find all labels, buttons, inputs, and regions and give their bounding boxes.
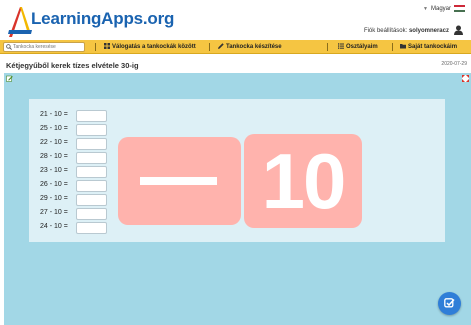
equation-label: 23 - 10 = <box>40 167 68 174</box>
equation-label: 21 - 10 = <box>40 111 68 118</box>
nav-item-label: Osztályaim <box>346 44 378 50</box>
nav-separator <box>327 43 328 51</box>
app-frame: 21 - 10 = 25 - 10 = 22 - 10 = 28 - 10 = … <box>4 73 471 325</box>
equation-label: 29 - 10 = <box>40 195 68 202</box>
folder-icon <box>400 44 406 49</box>
equation-row: 25 - 10 = <box>40 124 120 136</box>
minus-sign-icon <box>140 177 217 185</box>
app-date: 2020-07-29 <box>441 61 467 67</box>
equation-row: 23 - 10 = <box>40 166 120 178</box>
main-nav-bar: Válogatás a tankockák között Tankocka ké… <box>0 40 471 54</box>
logo-text[interactable]: LearningApps.org <box>31 9 174 29</box>
user-icon[interactable] <box>454 25 463 35</box>
equation-label: 26 - 10 = <box>40 181 68 188</box>
account-settings[interactable]: Fiók beállítások: solyomneracz <box>364 28 449 34</box>
equation-label: 24 - 10 = <box>40 223 68 230</box>
equation-row: 21 - 10 = <box>40 110 120 122</box>
answer-input[interactable] <box>76 124 107 136</box>
equation-label: 25 - 10 = <box>40 125 68 132</box>
answer-input[interactable] <box>76 208 107 220</box>
search-box[interactable] <box>3 42 85 52</box>
account-username: solyomneracz <box>408 28 449 34</box>
answer-input[interactable] <box>76 110 107 122</box>
dropdown-arrow-icon: ▼ <box>423 6 428 12</box>
answer-input[interactable] <box>76 194 107 206</box>
equation-row: 28 - 10 = <box>40 152 120 164</box>
equation-label: 28 - 10 = <box>40 153 68 160</box>
ten-card: 10 <box>244 134 362 228</box>
nav-item-label: Saját tankockáim <box>408 44 458 50</box>
ten-card-text: 10 <box>261 137 347 225</box>
check-icon <box>444 298 455 308</box>
equation-row: 22 - 10 = <box>40 138 120 150</box>
equation-row: 26 - 10 = <box>40 180 120 192</box>
language-selector[interactable]: ▼ Magyar <box>423 6 451 12</box>
header: LearningApps.org ▼ Magyar Fiók beállításo… <box>0 0 471 40</box>
logo-icon[interactable] <box>6 4 34 38</box>
language-label: Magyar <box>430 6 451 12</box>
equation-row: 24 - 10 = <box>40 222 120 234</box>
hungarian-flag-icon[interactable] <box>454 5 465 12</box>
exercise-panel: 21 - 10 = 25 - 10 = 22 - 10 = 28 - 10 = … <box>29 99 445 242</box>
equation-label: 22 - 10 = <box>40 139 68 146</box>
answer-input[interactable] <box>76 180 107 192</box>
app-title: Kétjegyűből kerek tízes elvétele 30-ig <box>6 61 139 70</box>
nav-separator <box>95 43 96 51</box>
edit-icon[interactable] <box>6 75 13 82</box>
account-settings-label: Fiók beállítások: <box>363 28 408 34</box>
search-icon <box>6 44 12 50</box>
answer-input[interactable] <box>76 166 107 178</box>
answer-input[interactable] <box>76 152 107 164</box>
equation-label: 27 - 10 = <box>40 209 68 216</box>
answer-input[interactable] <box>76 138 107 150</box>
nav-item-label: Válogatás a tankockák között <box>112 44 196 50</box>
check-answers-button[interactable] <box>438 292 461 315</box>
equation-row: 29 - 10 = <box>40 194 120 206</box>
nav-separator <box>392 43 393 51</box>
nav-item-my-apps[interactable]: Saját tankockáim <box>400 42 457 52</box>
pencil-icon <box>218 43 224 49</box>
list-icon <box>338 43 344 49</box>
nav-item-create-app[interactable]: Tankocka készítése <box>218 42 282 52</box>
nav-separator <box>209 43 210 51</box>
minus-card <box>118 137 241 225</box>
equation-row: 27 - 10 = <box>40 208 120 220</box>
nav-item-label: Tankocka készítése <box>226 44 282 50</box>
answer-input[interactable] <box>76 222 107 234</box>
fullscreen-icon[interactable] <box>462 75 469 82</box>
grid-icon <box>104 43 110 49</box>
search-input[interactable] <box>13 43 83 51</box>
nav-item-my-classes[interactable]: Osztályaim <box>338 42 378 52</box>
nav-item-browse-apps[interactable]: Válogatás a tankockák között <box>104 42 196 52</box>
